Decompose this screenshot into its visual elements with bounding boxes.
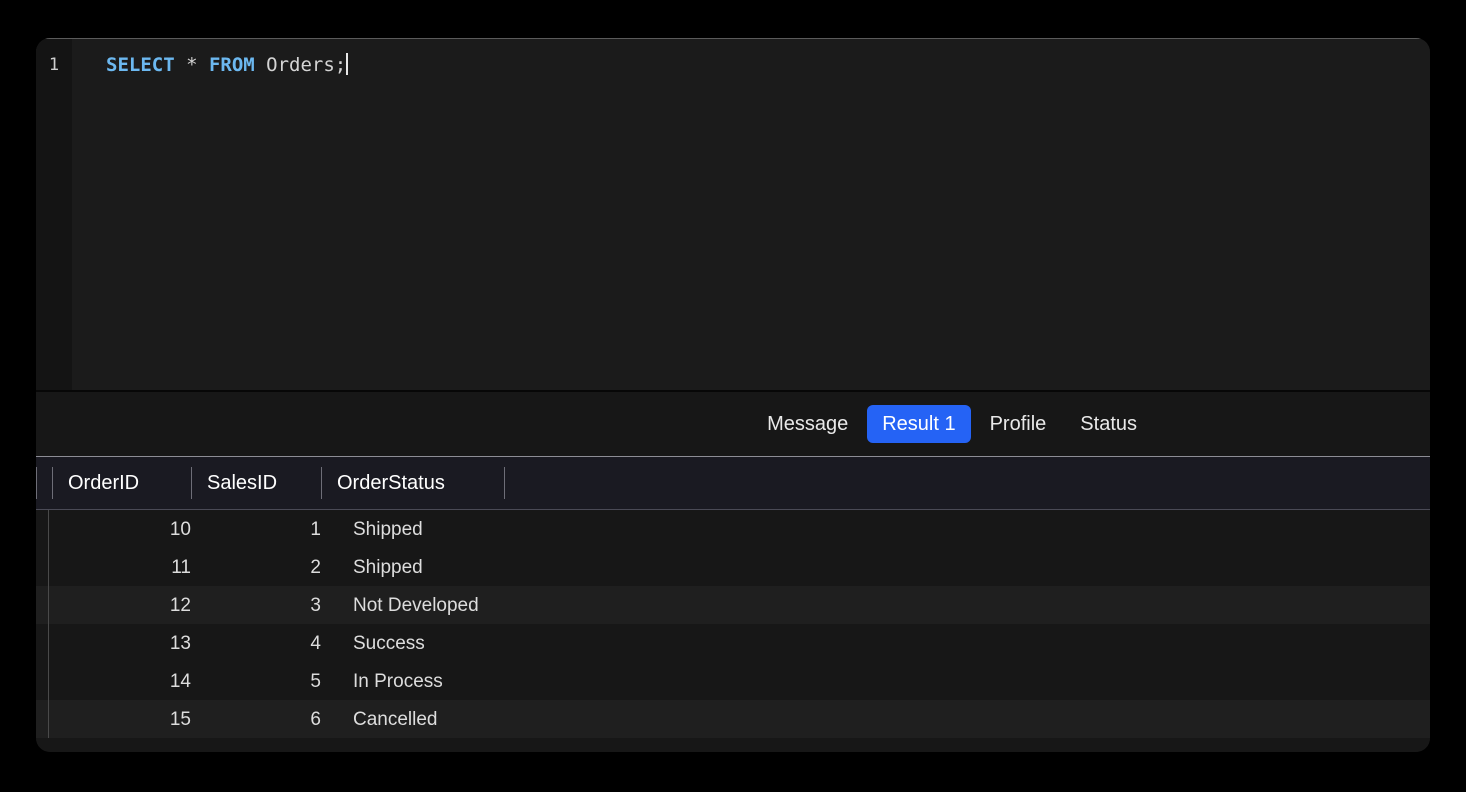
cell-orderstatus: Shipped	[353, 557, 423, 577]
cell-orderstatus: In Process	[353, 671, 443, 691]
sql-star-operator: *	[174, 54, 209, 76]
tab-result-1[interactable]: Result 1	[867, 405, 971, 443]
sql-editor-pane[interactable]: 1 SELECT * FROM Orders;	[36, 38, 1430, 390]
cell-orderstatus: Not Developed	[353, 595, 479, 615]
table-row[interactable]: 12 3 Not Developed	[36, 586, 1430, 624]
sql-keyword-from: FROM	[208, 54, 255, 76]
cell-orderstatus: Cancelled	[353, 709, 438, 729]
cell-orderid: 12	[169, 595, 191, 615]
cell-salesid: 4	[310, 633, 321, 653]
cell-orderstatus: Success	[353, 633, 425, 653]
table-row[interactable]: 14 5 In Process	[36, 662, 1430, 700]
column-header-orderid[interactable]: OrderID	[52, 456, 191, 510]
result-grid[interactable]: OrderID SalesID OrderStatus 10 1 Shipped…	[36, 456, 1430, 752]
cell-orderid: 14	[169, 671, 191, 691]
grid-header-row: OrderID SalesID OrderStatus	[36, 456, 1430, 510]
column-header-orderstatus[interactable]: OrderStatus	[321, 456, 504, 510]
tab-status[interactable]: Status	[1065, 405, 1152, 443]
cell-salesid: 2	[310, 557, 321, 577]
cell-salesid: 5	[310, 671, 321, 691]
table-row[interactable]: 13 4 Success	[36, 624, 1430, 662]
sql-table-identifier: Orders;	[254, 54, 347, 76]
column-header-filler	[504, 456, 1430, 510]
cell-orderid: 10	[169, 519, 191, 539]
cell-salesid: 3	[310, 595, 321, 615]
cell-orderid: 11	[171, 557, 191, 577]
grid-header-rail	[36, 456, 52, 510]
result-tab-bar: Message Result 1 Profile Status	[36, 390, 1430, 456]
tab-message[interactable]: Message	[752, 405, 863, 443]
sql-keyword-select: SELECT	[106, 54, 175, 76]
cell-orderid: 13	[169, 633, 191, 653]
line-number: 1	[48, 55, 60, 75]
cell-orderid: 15	[169, 709, 191, 729]
sql-client-window: 1 SELECT * FROM Orders; Message Result 1…	[36, 38, 1430, 752]
column-header-salesid[interactable]: SalesID	[191, 456, 321, 510]
cell-salesid: 1	[310, 519, 321, 539]
text-cursor	[346, 53, 349, 75]
tab-profile[interactable]: Profile	[975, 405, 1062, 443]
editor-line-number-gutter: 1	[36, 39, 72, 390]
cell-orderstatus: Shipped	[353, 519, 423, 539]
table-row[interactable]: 15 6 Cancelled	[36, 700, 1430, 738]
table-row[interactable]: 11 2 Shipped	[36, 548, 1430, 586]
cell-salesid: 6	[310, 709, 321, 729]
sql-code-area[interactable]: SELECT * FROM Orders;	[72, 39, 1430, 390]
table-row[interactable]: 10 1 Shipped	[36, 510, 1430, 548]
